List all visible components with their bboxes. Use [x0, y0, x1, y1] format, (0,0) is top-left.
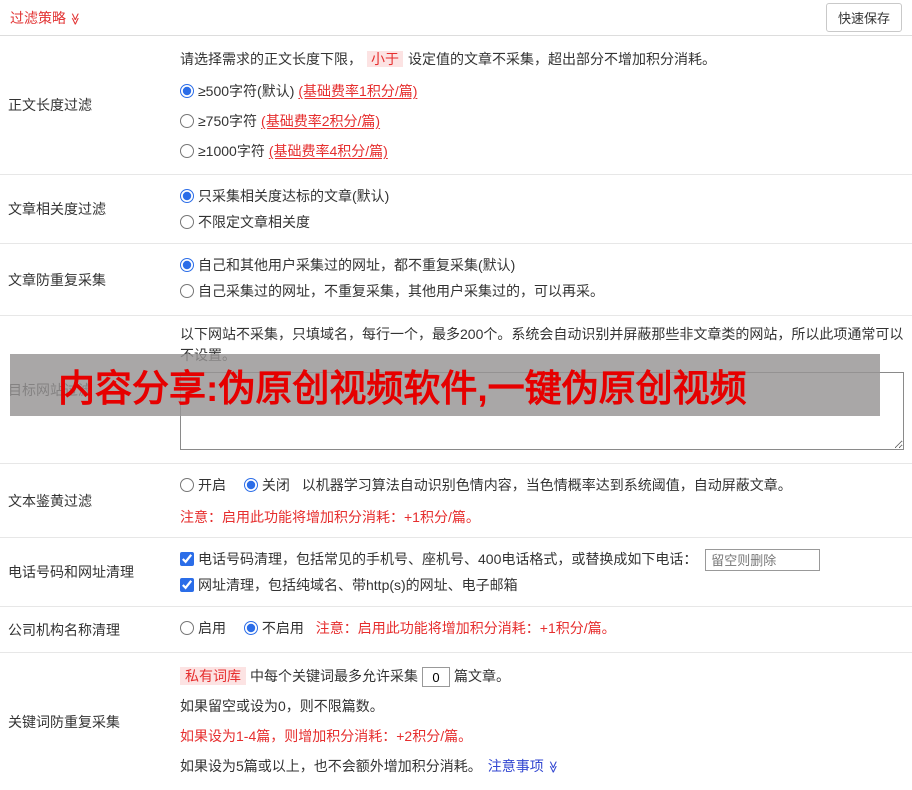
option-label: 不启用: [261, 620, 304, 636]
keyword-note-fee: 如果设为1-4篇，则增加积分消耗：+2积分/篇。: [180, 728, 473, 744]
keyword-limit-line: 私有词库中每个关键词最多允许采集 篇文章。: [180, 661, 904, 691]
limit-text-post: 篇文章。: [454, 668, 510, 684]
option-label: 开启: [198, 477, 226, 493]
option-label: 自己采集过的网址，不重复采集，其他用户采集过的，可以再采。: [198, 283, 604, 299]
porn-off-radio[interactable]: [243, 478, 258, 492]
length-1000-radio[interactable]: [180, 144, 194, 158]
row-relevance-filter: 文章相关度过滤 只采集相关度达标的文章(默认) 不限定文章相关度: [0, 175, 912, 244]
url-clean-checkbox[interactable]: [180, 578, 194, 592]
phone-clean-checkbox[interactable]: [180, 552, 194, 566]
row-dedup-filter: 文章防重复采集 自己和其他用户采集过的网址，都不重复采集(默认) 自己采集过的网…: [0, 244, 912, 316]
length-option-500: ≥500字符(默认) (基础费率1积分/篇): [180, 76, 904, 106]
note-five-text: 如果设为5篇或以上，也不会额外增加积分消耗。: [180, 758, 482, 774]
company-enable-radio[interactable]: [180, 621, 194, 635]
option-label: ≥500字符(默认): [198, 83, 295, 99]
row-content: 启用 不启用 注意：启用此功能将增加积分消耗：+1积分/篇。: [172, 607, 912, 652]
chevron-down-icon: ≫: [68, 12, 83, 25]
row-content: 开启 关闭 以机器学习算法自动识别色情内容，当色情概率达到系统阈值，自动屏蔽文章…: [172, 464, 912, 537]
row-content: 私有词库中每个关键词最多允许采集 篇文章。 如果留空或设为0，则不限篇数。 如果设…: [172, 653, 912, 790]
keyword-limit-input[interactable]: [422, 667, 450, 688]
fee-note: (基础费率1积分/篇): [298, 83, 418, 99]
row-content: 自己和其他用户采集过的网址，都不重复采集(默认) 自己采集过的网址，不重复采集，…: [172, 244, 912, 315]
length-option-750: ≥750字符 (基础费率2积分/篇): [180, 106, 904, 136]
dedup-own-radio[interactable]: [180, 284, 194, 298]
option-label: 启用: [198, 620, 226, 636]
watermark-text: 内容分享:伪原创视频软件,一键伪原创视频: [58, 368, 747, 409]
limit-text-mid: 中每个关键词最多允许采集: [250, 668, 418, 684]
less-than-highlight: 小于: [367, 51, 403, 67]
relevance-strict-radio[interactable]: [180, 189, 194, 203]
page-title: 过滤策略: [10, 9, 66, 26]
dedup-option-all: 自己和其他用户采集过的网址，都不重复采集(默认): [180, 252, 904, 278]
company-clean-note: 注意：启用此功能将增加积分消耗：+1积分/篇。: [315, 620, 616, 636]
option-label: ≥750字符: [198, 113, 258, 129]
porn-filter-note: 注意：启用此功能将增加积分消耗：+1积分/篇。: [180, 509, 480, 525]
length-500-radio[interactable]: [180, 84, 194, 98]
porn-filter-desc: 以机器学习算法自动识别色情内容，当色情概率达到系统阈值，自动屏蔽文章。: [301, 477, 792, 493]
length-intro: 请选择需求的正文长度下限， 小于 设定值的文章不采集，超出部分不增加积分消耗。: [180, 48, 904, 70]
row-label: 公司机构名称清理: [8, 621, 120, 638]
dedup-option-own: 自己采集过的网址，不重复采集，其他用户采集过的，可以再采。: [180, 278, 904, 304]
page-title-group: 过滤策略 ≫: [10, 8, 82, 28]
row-content: 只采集相关度达标的文章(默认) 不限定文章相关度: [172, 175, 912, 243]
quick-save-button[interactable]: 快速保存: [825, 3, 902, 32]
row-label: 文本鉴黄过滤: [8, 492, 92, 509]
fee-note: (基础费率2积分/篇): [261, 113, 381, 129]
relevance-option-strict: 只采集相关度达标的文章(默认): [180, 183, 904, 209]
row-phone-url-clean: 电话号码和网址清理 电话号码清理，包括常见的手机号、座机号、400电话格式，或替…: [0, 538, 912, 607]
option-label: 不限定文章相关度: [198, 214, 310, 230]
option-label: 关闭: [261, 477, 290, 493]
row-label: 文章防重复采集: [8, 271, 106, 288]
row-porn-filter: 文本鉴黄过滤 开启 关闭 以机器学习算法自动识别色情内容，当色情概率达到系统阈值…: [0, 464, 912, 538]
watermark-overlay: 内容分享:伪原创视频软件,一键伪原创视频: [10, 354, 880, 416]
row-content: 请选择需求的正文长度下限， 小于 设定值的文章不采集，超出部分不增加积分消耗。 ≥5…: [172, 36, 912, 174]
replacement-phone-input[interactable]: [705, 549, 821, 572]
top-bar: 过滤策略 ≫ 快速保存: [0, 0, 912, 36]
keyword-note-five: 如果设为5篇或以上，也不会额外增加积分消耗。 注意事项 ≫: [180, 751, 904, 782]
url-clean-label: 网址清理，包括纯域名、带http(s)的网址、电子邮箱: [198, 577, 518, 593]
length-option-1000: ≥1000字符 (基础费率4积分/篇): [180, 136, 904, 166]
row-keyword-dedup: 关键词防重复采集 私有词库中每个关键词最多允许采集 篇文章。 如果留空或设为0，则…: [0, 653, 912, 790]
row-content: 电话号码清理，包括常见的手机号、座机号、400电话格式，或替换成如下电话： 网址…: [172, 538, 912, 606]
intro-pre: 请选择需求的正文长度下限，: [180, 51, 362, 67]
phone-clean-line: 电话号码清理，包括常见的手机号、座机号、400电话格式，或替换成如下电话：: [180, 546, 904, 572]
option-label: ≥1000字符: [198, 143, 265, 159]
url-clean-line: 网址清理，包括纯域名、带http(s)的网址、电子邮箱: [180, 572, 904, 598]
relevance-any-radio[interactable]: [180, 215, 194, 229]
porn-filter-options: 开启 关闭 以机器学习算法自动识别色情内容，当色情概率达到系统阈值，自动屏蔽文章…: [180, 472, 904, 498]
notice-link[interactable]: 注意事项 ≫: [488, 758, 560, 774]
keyword-note-zero: 如果留空或设为0，则不限篇数。: [180, 698, 384, 714]
dedup-all-radio[interactable]: [180, 258, 194, 272]
fee-note: (基础费率4积分/篇): [268, 143, 388, 159]
row-label: 关键词防重复采集: [8, 713, 120, 730]
relevance-option-any: 不限定文章相关度: [180, 209, 904, 235]
company-disable-radio[interactable]: [243, 621, 258, 635]
option-label: 只采集相关度达标的文章(默认): [198, 188, 390, 204]
private-lexicon-tag[interactable]: 私有词库: [180, 667, 246, 685]
company-clean-options: 启用 不启用 注意：启用此功能将增加积分消耗：+1积分/篇。: [180, 615, 904, 641]
porn-on-radio[interactable]: [180, 478, 194, 492]
row-company-clean: 公司机构名称清理 启用 不启用 注意：启用此功能将增加积分消耗：+1积分/篇。: [0, 607, 912, 653]
intro-post: 设定值的文章不采集，超出部分不增加积分消耗。: [408, 51, 716, 67]
chevron-down-icon: ≫: [546, 760, 561, 774]
row-length-filter: 正文长度过滤 请选择需求的正文长度下限， 小于 设定值的文章不采集，超出部分不增加积…: [0, 36, 912, 175]
row-label: 正文长度过滤: [8, 97, 92, 113]
row-label: 电话号码和网址清理: [8, 564, 134, 580]
length-750-radio[interactable]: [180, 114, 194, 128]
row-label: 文章相关度过滤: [8, 201, 106, 217]
option-label: 自己和其他用户采集过的网址，都不重复采集(默认): [198, 257, 516, 273]
phone-clean-label: 电话号码清理，包括常见的手机号、座机号、400电话格式，或替换成如下电话：: [198, 551, 698, 567]
